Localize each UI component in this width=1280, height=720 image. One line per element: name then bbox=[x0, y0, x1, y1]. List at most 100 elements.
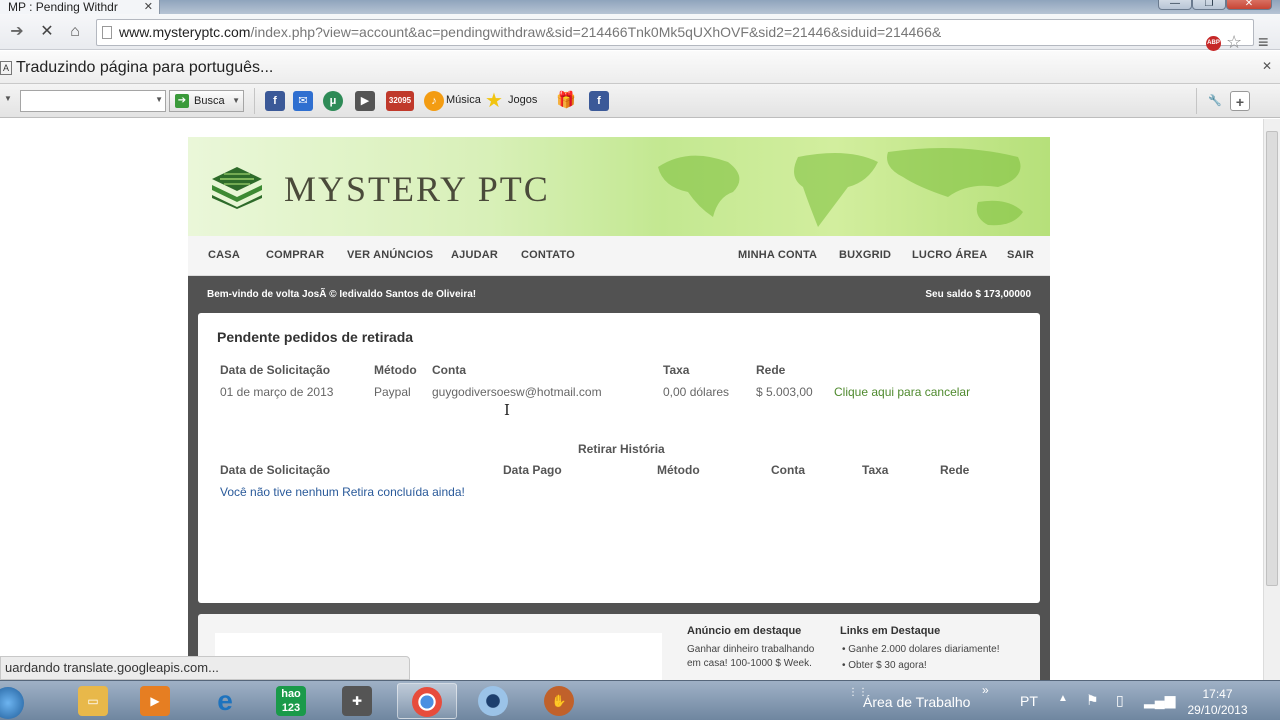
status-bubble: uardando translate.googleapis.com... bbox=[0, 656, 410, 680]
history-header-method: Método bbox=[657, 463, 700, 477]
pending-net: $ 5.003,00 bbox=[756, 385, 813, 399]
site-header: MYSTERY PTC bbox=[188, 137, 1050, 236]
browser-toolbar: ➔ ✕ ⌂ www.mysteryptc.com/index.php?view=… bbox=[0, 14, 1280, 53]
world-map-graphic bbox=[658, 148, 1023, 227]
music-icon[interactable]: ♪ bbox=[424, 91, 444, 111]
taskbar-internet-explorer[interactable]: e bbox=[196, 683, 256, 719]
main-navigation: CASA COMPRAR VER ANÚNCIOS AJUDAR CONTATO… bbox=[188, 236, 1050, 276]
infobar-close-icon[interactable]: ✕ bbox=[1262, 59, 1272, 73]
taskbar-glove[interactable]: ✋ bbox=[530, 683, 590, 719]
language-indicator[interactable]: PT bbox=[1020, 693, 1038, 709]
facebook-icon[interactable]: f bbox=[589, 91, 609, 111]
tab-close-icon[interactable]: ✕ bbox=[144, 0, 153, 14]
chrome-icon bbox=[412, 687, 442, 717]
clock-date: 29/10/2013 bbox=[1187, 703, 1248, 717]
taskbar-clock[interactable]: 17:47 29/10/2013 bbox=[1175, 686, 1260, 718]
windows-taskbar: ▭ ▶ e hao 123 ✚ ✋ ⋮⋮ Área de Trabalho » P… bbox=[0, 680, 1280, 720]
gift-icon[interactable]: 🎁 bbox=[556, 91, 576, 111]
featured-link-1[interactable]: • Ganhe 2.000 dolares diariamente! bbox=[842, 643, 1000, 657]
cancel-withdraw-link[interactable]: Clique aqui para cancelar bbox=[834, 385, 970, 399]
history-header-account: Conta bbox=[771, 463, 805, 477]
taskbar-chrome[interactable] bbox=[397, 683, 457, 719]
history-title: Retirar História bbox=[578, 442, 665, 456]
taskbar-media-player[interactable]: ▶ bbox=[126, 683, 186, 719]
network-signal-icon[interactable]: ▂▄▆ bbox=[1144, 692, 1175, 709]
site-logo-text[interactable]: MYSTERY PTC bbox=[284, 168, 550, 210]
nav-minha-conta[interactable]: MINHA CONTA bbox=[738, 249, 817, 261]
webcam-icon bbox=[478, 686, 508, 716]
nav-ver-anuncios[interactable]: VER ANÚNCIOS bbox=[347, 249, 433, 261]
window-titlebar: MP : Pending Withdr ✕ — ❐ ✕ bbox=[0, 0, 1280, 14]
adblock-icon[interactable]: ABP bbox=[1206, 36, 1221, 51]
busca-button[interactable]: ➔ Busca ▼ bbox=[169, 90, 244, 112]
translate-icon: A bbox=[0, 61, 12, 75]
internet-explorer-icon: e bbox=[217, 685, 233, 716]
menu-icon[interactable]: ≡ bbox=[1258, 32, 1269, 53]
gamepad-icon: ✚ bbox=[342, 686, 372, 716]
counter-badge-icon[interactable]: 32095 bbox=[386, 91, 414, 111]
maximize-button[interactable]: ❐ bbox=[1192, 0, 1226, 10]
taskbar-games[interactable]: ✚ bbox=[328, 683, 388, 719]
desktop-toolbar-label[interactable]: Área de Trabalho bbox=[863, 694, 970, 710]
history-empty-message: Você não tive nenhum Retira concluída ai… bbox=[220, 485, 465, 499]
nav-ajudar[interactable]: AJUDAR bbox=[451, 249, 498, 261]
toolbar-dropdown-icon[interactable]: ▼ bbox=[4, 94, 12, 103]
featured-links-title: Links em Destaque bbox=[840, 625, 941, 637]
mystery-ptc-logo-icon bbox=[212, 167, 262, 209]
utorrent-icon[interactable]: μ bbox=[323, 91, 343, 111]
jogos-link[interactable]: Jogos bbox=[508, 94, 537, 106]
clock-time: 17:47 bbox=[1202, 687, 1233, 701]
mail-icon[interactable]: ✉ bbox=[293, 91, 313, 111]
bookmark-star-icon[interactable]: ☆ bbox=[1226, 32, 1242, 53]
media-player-icon: ▶ bbox=[140, 686, 170, 716]
play-video-icon[interactable]: ▶ bbox=[355, 91, 375, 111]
pending-header-date: Data de Solicitação bbox=[220, 363, 331, 377]
pending-fee: 0,00 dólares bbox=[663, 385, 730, 399]
featured-ad-title: Anúncio em destaque bbox=[687, 625, 802, 637]
forward-arrow-icon[interactable]: ➔ bbox=[6, 21, 28, 43]
toolbar-separator bbox=[254, 88, 255, 114]
facebook-icon[interactable]: f bbox=[265, 91, 285, 111]
nav-contato[interactable]: CONTATO bbox=[521, 249, 575, 261]
taskbar-webcam[interactable] bbox=[464, 683, 524, 719]
close-window-button[interactable]: ✕ bbox=[1226, 0, 1272, 10]
scrollbar-thumb[interactable] bbox=[1266, 131, 1278, 586]
page-icon bbox=[102, 26, 112, 39]
toolbar-expand-icon[interactable]: » bbox=[982, 683, 989, 697]
withdraw-panel: Pendente pedidos de retirada Data de Sol… bbox=[198, 313, 1040, 603]
action-center-flag-icon[interactable]: ⚑ bbox=[1086, 692, 1099, 709]
featured-link-2[interactable]: • Obter $ 30 agora! bbox=[842, 659, 927, 673]
nav-comprar[interactable]: COMPRAR bbox=[266, 249, 324, 261]
address-bar[interactable]: www.mysteryptc.com/index.php?view=accoun… bbox=[96, 19, 1254, 46]
wrench-icon[interactable]: 🔧 bbox=[1205, 91, 1225, 111]
page-scrollbar[interactable] bbox=[1263, 119, 1280, 680]
balance-display: Seu saldo $ 173,00000 bbox=[925, 289, 1031, 300]
battery-icon[interactable]: ▯ bbox=[1116, 692, 1124, 709]
bookmarks-toolbar: ▼ ▼ ➔ Busca ▼ f ✉ μ ▶ 32095 ♪ Música ★ J… bbox=[0, 84, 1280, 118]
home-icon[interactable]: ⌂ bbox=[64, 21, 86, 43]
nav-sair[interactable]: SAIR bbox=[1007, 249, 1034, 261]
musica-link[interactable]: Música bbox=[446, 94, 481, 106]
pending-header-net: Rede bbox=[756, 363, 786, 377]
add-icon[interactable]: + bbox=[1230, 91, 1250, 111]
pending-header-fee: Taxa bbox=[663, 363, 690, 377]
featured-ad-text[interactable]: Ganhar dinheiro trabalhando em casa! 100… bbox=[687, 643, 827, 671]
history-header-fee: Taxa bbox=[862, 463, 889, 477]
taskbar-hao123[interactable]: hao 123 bbox=[262, 683, 322, 719]
folder-icon: ▭ bbox=[78, 686, 108, 716]
nav-casa[interactable]: CASA bbox=[208, 249, 240, 261]
tray-expand-icon[interactable]: ▲ bbox=[1058, 693, 1068, 704]
stop-icon[interactable]: ✕ bbox=[36, 21, 58, 43]
pending-header-account: Conta bbox=[432, 363, 466, 377]
welcome-message: Bem-vindo de volta JosÃ © Iedivaldo Sant… bbox=[207, 289, 477, 300]
minimize-button[interactable]: — bbox=[1158, 0, 1192, 10]
taskbar-explorer[interactable]: ▭ bbox=[64, 683, 124, 719]
nav-lucro-area[interactable]: LUCRO ÁREA bbox=[912, 249, 987, 261]
toolbar-separator bbox=[1196, 88, 1197, 114]
start-button[interactable] bbox=[0, 683, 28, 719]
pending-method: Paypal bbox=[374, 385, 411, 399]
nav-buxgrid[interactable]: BUXGRID bbox=[839, 249, 891, 261]
star-games-icon[interactable]: ★ bbox=[484, 91, 504, 111]
toolbar-search-select[interactable]: ▼ bbox=[20, 90, 166, 112]
tab-active[interactable]: MP : Pending Withdr ✕ bbox=[0, 0, 160, 14]
